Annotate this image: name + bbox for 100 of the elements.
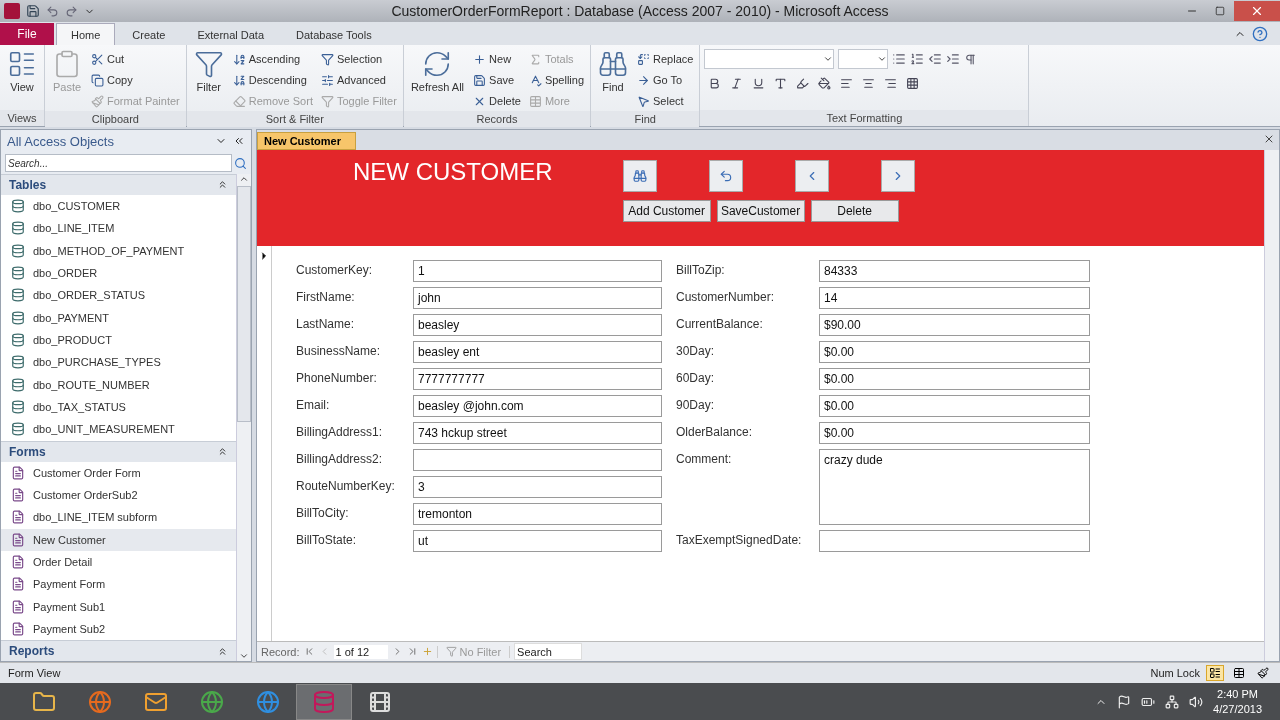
status-text: Form View bbox=[8, 667, 62, 679]
field-label: BillingAddress1: bbox=[296, 424, 384, 441]
field-label: CustomerNumber: bbox=[676, 289, 776, 306]
field-label: Comment: bbox=[676, 451, 733, 468]
navigation-item[interactable]: dbo_PRODUCT bbox=[1, 328, 236, 352]
ribbon-button[interactable]: Cut bbox=[89, 49, 182, 69]
field-label: 90Day: bbox=[676, 397, 716, 414]
text-field[interactable]: $90.00 bbox=[819, 314, 1090, 336]
text-field[interactable]: 743 hckup street bbox=[413, 422, 662, 444]
text-field[interactable]: beasley @john.com bbox=[413, 395, 662, 417]
field-label: BusinessName: bbox=[296, 343, 382, 360]
field-label: CurrentBalance: bbox=[676, 316, 764, 333]
form-button[interactable]: SaveCustomer bbox=[716, 200, 805, 222]
section-header[interactable]: Forms bbox=[1, 440, 236, 462]
ribbon-button[interactable]: Selection bbox=[318, 49, 399, 69]
navigation-item[interactable]: Payment Sub1 bbox=[1, 595, 236, 618]
field-label: PhoneNumber: bbox=[296, 370, 378, 387]
navigation-item[interactable]: dbo_TAX_STATUS bbox=[1, 395, 236, 419]
group-label: Sort & Filter bbox=[186, 111, 403, 127]
ribbon-button[interactable]: Replace bbox=[635, 49, 696, 69]
navigation-item[interactable]: dbo_PAYMENT bbox=[1, 306, 236, 329]
field-label: 30Day: bbox=[676, 343, 716, 360]
field-label: OlderBalance: bbox=[676, 424, 754, 441]
navigation-item[interactable]: Customer Order Form bbox=[1, 461, 236, 484]
form-button[interactable]: Delete bbox=[810, 200, 899, 222]
text-field[interactable]: ut bbox=[413, 530, 662, 552]
navigation-item[interactable]: dbo_LINE_ITEM bbox=[1, 217, 236, 240]
field-label: LastName: bbox=[296, 316, 356, 333]
navigation-item[interactable]: dbo_LINE_ITEM subform bbox=[1, 506, 236, 529]
text-field[interactable]: 3 bbox=[413, 476, 662, 498]
document-tab[interactable]: New Customer bbox=[257, 132, 357, 150]
window-title: CustomerOrderFormReport : Database (Access 2007 - 2010) - Microsoft Access bbox=[390, 3, 890, 19]
text-field[interactable]: tremonton bbox=[413, 503, 662, 525]
ribbon-button[interactable]: Find bbox=[595, 49, 631, 111]
ribbon-tab[interactable]: Database Tools bbox=[281, 23, 387, 45]
ribbon-button[interactable]: Copy bbox=[89, 70, 182, 90]
group-label: Views bbox=[0, 110, 44, 126]
text-field[interactable]: $0.00 bbox=[819, 368, 1090, 390]
ribbon-button[interactable]: Ascending bbox=[230, 49, 315, 69]
group-label: Text Formatting bbox=[700, 110, 1029, 126]
field-label: TaxExemptSignedDate: bbox=[676, 532, 803, 549]
memo-field[interactable]: crazy dude bbox=[819, 449, 1090, 525]
navigation-item[interactable]: Payment Form bbox=[1, 573, 236, 596]
navigation-item[interactable]: Payment Sub2 bbox=[1, 617, 236, 641]
navigation-title: All Access Objects bbox=[7, 133, 115, 149]
text-field[interactable]: 1 bbox=[413, 260, 662, 282]
text-field[interactable]: $0.00 bbox=[819, 422, 1090, 444]
ribbon-button[interactable]: Select bbox=[635, 91, 696, 111]
text-field[interactable]: $0.00 bbox=[819, 341, 1090, 363]
ribbon-button[interactable]: New bbox=[471, 49, 523, 69]
navigation-item[interactable]: Order Detail bbox=[1, 550, 236, 574]
navigation-item[interactable]: dbo_METHOD_OF_PAYMENT bbox=[1, 239, 236, 262]
ribbon-button[interactable]: Filter bbox=[190, 49, 227, 111]
file-tab[interactable]: File bbox=[0, 23, 54, 45]
navigation-item[interactable]: dbo_UNIT_MEASUREMENT bbox=[1, 418, 236, 441]
ribbon-button[interactable]: Descending bbox=[230, 70, 315, 90]
ribbon-button[interactable]: View bbox=[4, 49, 40, 110]
ribbon-button[interactable]: Advanced bbox=[318, 70, 399, 90]
text-field[interactable]: $0.00 bbox=[819, 395, 1090, 417]
field-label: BillToZip: bbox=[676, 262, 726, 279]
form-button[interactable]: Add Customer bbox=[622, 200, 711, 222]
section-header[interactable]: Reports bbox=[1, 640, 236, 661]
navigation-item[interactable]: Customer OrderSub2 bbox=[1, 483, 236, 507]
group-label: Clipboard bbox=[45, 111, 186, 127]
text-field[interactable]: beasley ent bbox=[413, 341, 662, 363]
navigation-item[interactable]: New Customer bbox=[1, 528, 236, 551]
navigation-item[interactable]: dbo_PURCHASE_TYPES bbox=[1, 351, 236, 374]
text-field[interactable]: 14 bbox=[819, 287, 1090, 309]
search-field[interactable]: Search... bbox=[5, 154, 232, 172]
field-label: FirstName: bbox=[296, 289, 356, 306]
field-label: Email: bbox=[296, 397, 331, 414]
text-field[interactable]: 7777777777 bbox=[413, 368, 662, 390]
record-search-field[interactable]: Search bbox=[514, 643, 583, 660]
field-label: 60Day: bbox=[676, 370, 716, 387]
text-field[interactable]: beasley bbox=[413, 314, 662, 336]
record-position[interactable]: 1 of 12 bbox=[333, 644, 388, 659]
clock-date: 4/27/2013 bbox=[1213, 701, 1262, 717]
text-field[interactable]: 84333 bbox=[819, 260, 1090, 282]
navigation-item[interactable]: dbo_CUSTOMER bbox=[1, 194, 236, 218]
record-label: Record: bbox=[261, 645, 300, 658]
field-label: CustomerKey: bbox=[296, 262, 374, 279]
navigation-item[interactable]: dbo_ORDER bbox=[1, 261, 236, 285]
navigation-item[interactable]: dbo_ORDER_STATUS bbox=[1, 284, 236, 307]
ribbon-tab[interactable]: External Data bbox=[182, 23, 280, 45]
ribbon-button[interactable]: Refresh All bbox=[407, 49, 468, 111]
ribbon-button[interactable]: Go To bbox=[635, 70, 696, 90]
ribbon-button[interactable]: Save bbox=[471, 70, 523, 90]
field-label: BillToState: bbox=[296, 532, 358, 549]
field-label: BillToCity: bbox=[296, 505, 350, 522]
ribbon-button[interactable]: Delete bbox=[471, 91, 523, 111]
ribbon-button[interactable]: Spelling bbox=[526, 70, 586, 90]
field-label: RouteNumberKey: bbox=[296, 478, 396, 495]
clock-time: 2:40 PM bbox=[1217, 686, 1258, 702]
navigation-item[interactable]: dbo_ROUTE_NUMBER bbox=[1, 373, 236, 396]
group-label: Find bbox=[591, 111, 700, 127]
section-header[interactable]: Tables bbox=[1, 174, 236, 195]
form-title: NEW CUSTOMER bbox=[353, 157, 553, 187]
text-field[interactable]: john bbox=[413, 287, 662, 309]
ribbon-tab[interactable]: Create bbox=[117, 23, 181, 45]
ribbon-tab[interactable]: Home bbox=[56, 23, 116, 45]
